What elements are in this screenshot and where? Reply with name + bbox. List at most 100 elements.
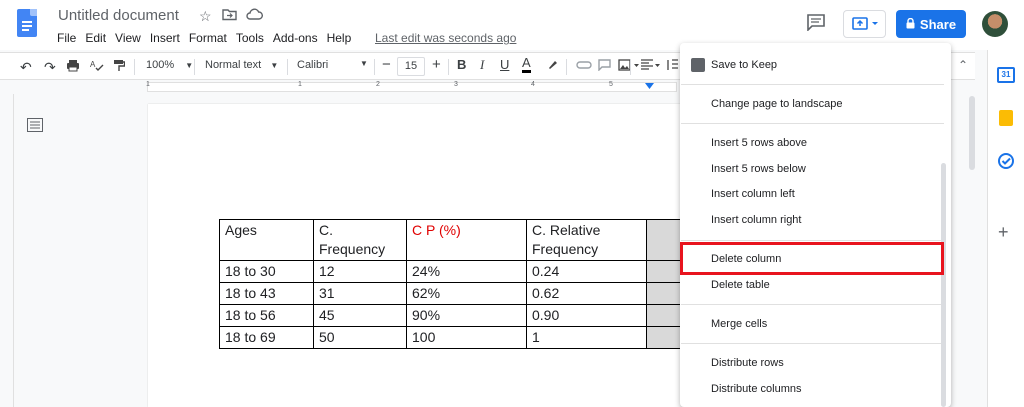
menu-item-insert-column-left[interactable]: Insert column left bbox=[711, 184, 795, 204]
table-cell[interactable]: 50 bbox=[313, 326, 407, 349]
keep-icon[interactable] bbox=[999, 110, 1013, 126]
insert-comment-icon[interactable] bbox=[598, 59, 611, 74]
star-icon[interactable]: ☆ bbox=[199, 8, 212, 25]
italic-icon[interactable]: I bbox=[480, 57, 484, 73]
ruler-mark: 1 bbox=[146, 81, 150, 88]
zoom-select[interactable]: 100% ▼ bbox=[146, 59, 193, 71]
last-edit-link[interactable]: Last edit was seconds ago bbox=[375, 31, 516, 45]
table-row: 18 to 30 12 24% 0.24 bbox=[219, 260, 687, 283]
chevron-down-icon[interactable]: ▼ bbox=[360, 59, 368, 68]
table-cell[interactable]: 18 to 69 bbox=[219, 326, 314, 349]
table-row: 18 to 56 45 90% 0.90 bbox=[219, 304, 687, 327]
menu-tools[interactable]: Tools bbox=[236, 31, 264, 45]
menu-item-insert-column-right[interactable]: Insert column right bbox=[711, 210, 801, 230]
print-icon[interactable] bbox=[66, 59, 80, 75]
menu-item-distribute-rows[interactable]: Distribute rows bbox=[711, 353, 784, 373]
paint-format-icon[interactable] bbox=[113, 59, 126, 75]
document-title[interactable]: Untitled document bbox=[58, 7, 179, 24]
comment-history-icon[interactable] bbox=[806, 13, 828, 33]
chevron-down-icon: ▼ bbox=[185, 61, 194, 70]
bold-icon[interactable]: B bbox=[457, 57, 466, 72]
menu-item-save-to-keep[interactable]: Save to Keep bbox=[711, 55, 777, 75]
table-cell[interactable]: 0.24 bbox=[526, 260, 647, 283]
menu-file[interactable]: File bbox=[57, 31, 76, 45]
collapse-toolbar-icon[interactable]: ⌃ bbox=[958, 58, 968, 72]
font-size-input[interactable]: 15 bbox=[397, 57, 425, 76]
vertical-ruler bbox=[0, 94, 14, 407]
menu-item-landscape[interactable]: Change page to landscape bbox=[711, 94, 843, 114]
insert-link-icon[interactable] bbox=[576, 59, 592, 74]
ruler-mark: 2 bbox=[376, 81, 380, 88]
highlight-color-icon[interactable] bbox=[546, 59, 558, 75]
table-header-cell[interactable]: C P (%) bbox=[406, 219, 527, 261]
table-row: 18 to 69 50 100 1 bbox=[219, 326, 687, 349]
ruler-bar bbox=[147, 82, 677, 92]
table-cell[interactable]: 18 to 56 bbox=[219, 304, 314, 327]
table-header-cell[interactable]: Ages bbox=[219, 219, 314, 261]
table-cell[interactable]: 18 to 30 bbox=[219, 260, 314, 283]
side-panel: 31 + bbox=[987, 50, 1024, 407]
decrease-font-size-icon[interactable]: − bbox=[382, 56, 391, 73]
calendar-icon[interactable]: 31 bbox=[997, 67, 1015, 83]
lock-icon bbox=[906, 17, 915, 32]
table-cell[interactable]: 0.90 bbox=[526, 304, 647, 327]
style-select[interactable]: Normal text ▼ bbox=[205, 59, 278, 71]
menu-edit[interactable]: Edit bbox=[85, 31, 106, 45]
menu-insert[interactable]: Insert bbox=[150, 31, 180, 45]
table-cell[interactable]: 100 bbox=[406, 326, 527, 349]
table-cell[interactable]: 62% bbox=[406, 282, 527, 305]
menu-item-insert-rows-below[interactable]: Insert 5 rows below bbox=[711, 159, 806, 179]
menu-divider bbox=[681, 240, 944, 241]
delete-column-highlight-box bbox=[680, 242, 944, 275]
menu-format[interactable]: Format bbox=[189, 31, 227, 45]
document-outline-icon[interactable] bbox=[27, 118, 43, 132]
menu-bar: File Edit View Insert Format Tools Add-o… bbox=[57, 31, 360, 45]
line-spacing-icon[interactable] bbox=[666, 59, 678, 74]
menu-item-delete-table[interactable]: Delete table bbox=[711, 275, 770, 295]
page-scrollbar[interactable] bbox=[969, 96, 975, 170]
cell-text: C. bbox=[319, 222, 333, 238]
undo-icon[interactable]: ↶ bbox=[20, 59, 32, 76]
share-button[interactable]: Share bbox=[896, 10, 966, 38]
spellcheck-icon[interactable]: A bbox=[90, 59, 104, 75]
menu-item-insert-rows-above[interactable]: Insert 5 rows above bbox=[711, 133, 807, 153]
table-cell[interactable]: 0.62 bbox=[526, 282, 647, 305]
ruler-mark: 3 bbox=[454, 81, 458, 88]
redo-icon[interactable]: ↷ bbox=[44, 59, 56, 76]
cell-text: Ages bbox=[225, 222, 257, 238]
menu-scrollbar[interactable] bbox=[941, 163, 946, 407]
cloud-status-icon[interactable] bbox=[246, 8, 263, 24]
table-header-cell[interactable]: C. Relative Frequency bbox=[526, 219, 647, 261]
table-header-cell[interactable]: C. Frequency bbox=[313, 219, 407, 261]
tasks-icon[interactable] bbox=[997, 152, 1015, 175]
table-cell[interactable]: 12 bbox=[313, 260, 407, 283]
text-color-icon[interactable]: A bbox=[522, 56, 531, 73]
table-cell[interactable]: 18 to 43 bbox=[219, 282, 314, 305]
align-left-icon[interactable] bbox=[640, 59, 662, 74]
cell-text: C P (%) bbox=[412, 222, 461, 238]
underline-icon[interactable]: U bbox=[500, 57, 509, 72]
increase-font-size-icon[interactable]: + bbox=[432, 56, 441, 73]
data-table[interactable]: Ages C. Frequency C P (%) C. Relative Freq… bbox=[219, 219, 687, 349]
table-cell[interactable]: 45 bbox=[313, 304, 407, 327]
menu-addons[interactable]: Add-ons bbox=[273, 31, 318, 45]
present-button[interactable] bbox=[843, 10, 886, 38]
table-cell[interactable]: 24% bbox=[406, 260, 527, 283]
ruler-mark: 4 bbox=[531, 81, 535, 88]
menu-item-distribute-columns[interactable]: Distribute columns bbox=[711, 379, 801, 399]
move-folder-icon[interactable] bbox=[222, 8, 237, 24]
add-addon-icon[interactable]: + bbox=[998, 222, 1009, 243]
table-cell[interactable]: 1 bbox=[526, 326, 647, 349]
account-avatar[interactable] bbox=[982, 11, 1008, 37]
table-cell[interactable]: 90% bbox=[406, 304, 527, 327]
docs-logo-icon[interactable] bbox=[17, 9, 37, 37]
cell-text: Frequency bbox=[319, 241, 386, 257]
chevron-down-icon: ▼ bbox=[270, 61, 279, 70]
insert-image-icon[interactable] bbox=[618, 59, 640, 74]
menu-view[interactable]: View bbox=[115, 31, 141, 45]
menu-item-merge-cells[interactable]: Merge cells bbox=[711, 314, 767, 334]
save-to-keep-icon bbox=[691, 58, 705, 72]
table-cell[interactable]: 31 bbox=[313, 282, 407, 305]
menu-help[interactable]: Help bbox=[327, 31, 352, 45]
font-select[interactable]: Calibri bbox=[297, 59, 328, 71]
